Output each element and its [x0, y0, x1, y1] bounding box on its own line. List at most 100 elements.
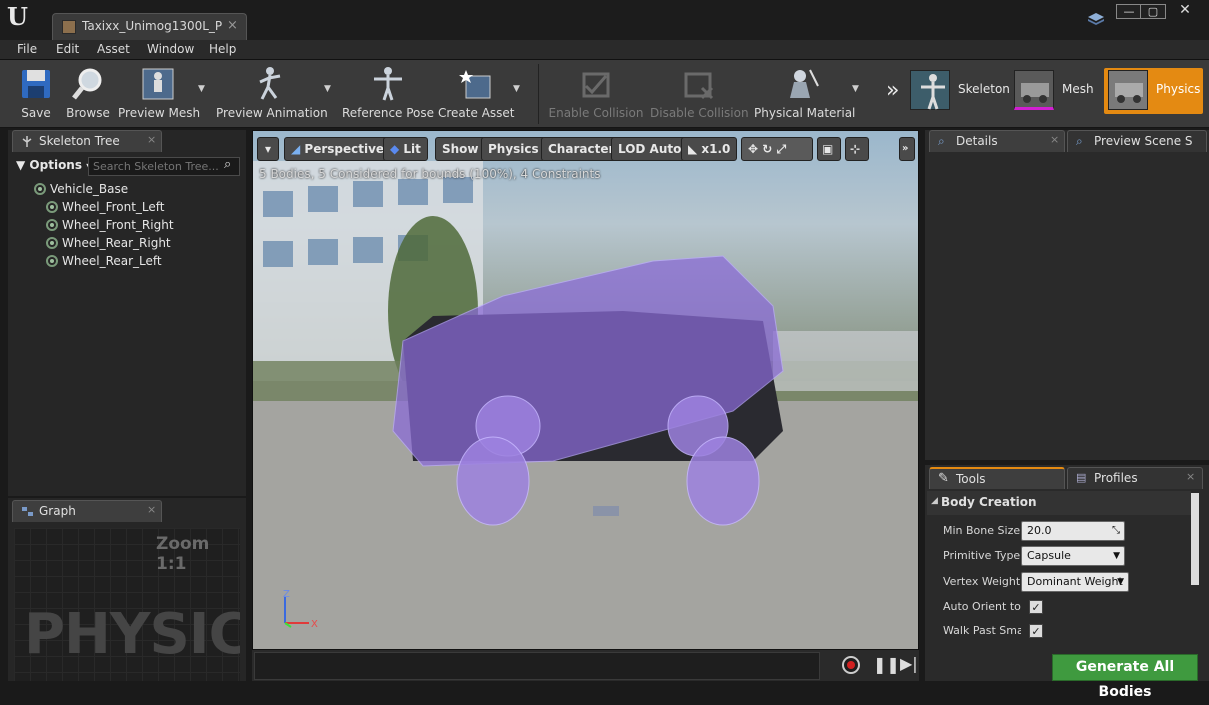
- close-tab-icon[interactable]: ×: [147, 503, 156, 516]
- transform-tools-group: ✥ ↻ ⤢: [741, 137, 813, 161]
- tools-scrollbar[interactable]: [1191, 493, 1199, 585]
- lit-cube-icon: ◆: [390, 142, 404, 156]
- menu-asset[interactable]: Asset: [97, 42, 130, 56]
- viewport[interactable]: ▾ ◢ Perspective ◆ Lit Show Physics Chara…: [252, 130, 919, 650]
- timeline-track[interactable]: [254, 652, 820, 680]
- options-label: Options: [29, 158, 82, 172]
- preview-animation-dropdown-icon[interactable]: ▼: [324, 84, 331, 94]
- tab-tools[interactable]: ✎ Tools: [929, 467, 1065, 489]
- perspective-icon: ◢: [291, 142, 305, 156]
- save-label: Save: [21, 106, 51, 120]
- body-creation-header[interactable]: ◢ Body Creation: [927, 491, 1191, 515]
- close-tab-icon[interactable]: ×: [147, 133, 156, 146]
- save-button[interactable]: Save: [8, 64, 64, 124]
- rotate-icon[interactable]: ↻: [762, 142, 772, 156]
- snap-icon: ⊹: [850, 142, 861, 156]
- disable-collision-button[interactable]: Disable Collision: [650, 64, 749, 124]
- menu-file[interactable]: File: [17, 42, 37, 56]
- generate-all-bodies-button[interactable]: Generate All Bodies: [1052, 654, 1198, 700]
- tree-item-bone[interactable]: Wheel_Front_Right: [46, 218, 174, 232]
- mode-physics-button[interactable]: Physics: [1104, 68, 1203, 114]
- create-asset-button[interactable]: Create Asset: [438, 64, 515, 124]
- browse-button[interactable]: Browse: [62, 64, 114, 124]
- tab-details[interactable]: ⌕ Details ×: [929, 130, 1065, 152]
- close-tab-icon[interactable]: ×: [227, 18, 238, 33]
- mode-physics-label: Physics: [1156, 82, 1201, 96]
- tab-graph[interactable]: Graph ×: [12, 500, 162, 522]
- tree-item-bone[interactable]: Wheel_Rear_Left: [46, 254, 162, 268]
- skeleton-search-input[interactable]: [88, 157, 240, 176]
- reference-pose-button[interactable]: Reference Pose: [342, 64, 434, 124]
- tree-item-bone[interactable]: Wheel_Rear_Right: [46, 236, 171, 250]
- root-bone-label: Vehicle_Base: [50, 182, 129, 196]
- physical-material-dropdown-icon[interactable]: ▼: [852, 84, 859, 94]
- axis-z-label: Z: [283, 589, 290, 600]
- vertex-weighting-select[interactable]: Dominant Weight ▼: [1021, 572, 1129, 592]
- tools-tab-label: Tools: [956, 472, 986, 486]
- auto-orient-row: Auto Orient to Bone ✓: [933, 596, 1188, 618]
- walk-past-label: Walk Past Small Bones: [943, 624, 1021, 637]
- preview-mesh-dropdown-icon[interactable]: ▼: [198, 84, 205, 94]
- physics-menu-button[interactable]: Physics: [481, 137, 546, 161]
- primitive-type-select[interactable]: Capsule ▼: [1021, 546, 1125, 566]
- document-tab[interactable]: Taxixx_Unimog1300L_Ph ×: [52, 13, 247, 40]
- pause-button[interactable]: ❚❚: [873, 655, 900, 674]
- axis-x-label: X: [311, 619, 318, 629]
- create-asset-dropdown-icon[interactable]: ▼: [513, 84, 520, 94]
- close-tab-icon[interactable]: ×: [1050, 133, 1059, 146]
- preview-mesh-button[interactable]: Preview Mesh: [118, 64, 200, 124]
- character-button[interactable]: Character: [541, 137, 622, 161]
- viewport-options-button[interactable]: ▾: [257, 137, 279, 161]
- create-asset-icon: [459, 70, 491, 99]
- graph-watermark: PHYSICS: [24, 602, 240, 667]
- tab-skeleton-tree[interactable]: Skeleton Tree ×: [12, 130, 162, 152]
- graph-canvas[interactable]: Zoom 1:1 PHYSICS: [14, 528, 240, 681]
- physical-material-button[interactable]: Physical Material: [754, 64, 855, 124]
- options-dropdown[interactable]: ▼ Options ▼: [16, 158, 92, 172]
- perspective-button[interactable]: ◢ Perspective: [284, 137, 392, 161]
- viewport-overflow-button[interactable]: »: [899, 137, 915, 161]
- min-bone-size-input[interactable]: 20.0 ⤡: [1021, 521, 1125, 541]
- menu-help[interactable]: Help: [209, 42, 236, 56]
- menu-window[interactable]: Window: [147, 42, 194, 56]
- maximize-button[interactable]: ▢: [1140, 4, 1166, 19]
- snap-button[interactable]: ⊹: [845, 137, 869, 161]
- preview-animation-button[interactable]: Preview Animation: [216, 64, 328, 124]
- close-tab-icon[interactable]: ×: [1186, 470, 1195, 483]
- chevron-down-icon: ▼: [1117, 577, 1124, 587]
- coordinate-space-button[interactable]: ▣: [817, 137, 841, 161]
- playback-speed-button[interactable]: ◣ x1.0: [681, 137, 738, 161]
- auto-orient-checkbox[interactable]: ✓: [1029, 600, 1043, 614]
- lit-button[interactable]: ◆ Lit: [383, 137, 428, 161]
- record-button[interactable]: [842, 656, 860, 674]
- unreal-logo-icon[interactable]: U: [7, 4, 33, 30]
- preview-scene-search-icon: ⌕: [1076, 134, 1083, 148]
- bone-icon: [46, 237, 58, 249]
- chevron-down-icon: ▼: [1113, 551, 1120, 561]
- viewport-bottom-bar: ❚❚ ▶|: [252, 650, 919, 681]
- skeleton-tree-panel: Skeleton Tree × ▼ Options ▼ ⌕ Vehicle_Ba…: [8, 130, 246, 496]
- tree-item-root[interactable]: Vehicle_Base: [34, 182, 128, 196]
- profiles-icon: ▤: [1076, 471, 1087, 484]
- tab-preview-scene[interactable]: ⌕ Preview Scene S: [1067, 130, 1207, 152]
- lod-button[interactable]: LOD Auto: [611, 137, 689, 161]
- step-forward-button[interactable]: ▶|: [900, 654, 918, 673]
- cube-icon: ▣: [822, 142, 834, 156]
- mode-mesh-label: Mesh: [1062, 82, 1094, 96]
- translate-icon[interactable]: ✥: [748, 142, 758, 156]
- tree-item-bone[interactable]: Wheel_Front_Left: [46, 200, 165, 214]
- source-control-icon[interactable]: [1088, 13, 1104, 27]
- toolbar-overflow-icon[interactable]: »: [886, 78, 899, 103]
- axis-gizmo: Z X: [283, 589, 318, 629]
- scale-icon[interactable]: ⤢: [777, 142, 787, 156]
- walk-past-checkbox[interactable]: ✓: [1029, 624, 1043, 638]
- mode-mesh-button[interactable]: Mesh: [1010, 68, 1106, 114]
- enable-collision-button[interactable]: Enable Collision: [548, 64, 644, 124]
- close-window-button[interactable]: ✕: [1172, 3, 1198, 19]
- tab-profiles[interactable]: ▤ Profiles ×: [1067, 467, 1203, 489]
- show-button[interactable]: Show: [435, 137, 486, 161]
- mode-skeleton-button[interactable]: Skeleton: [906, 68, 1010, 114]
- menu-edit[interactable]: Edit: [56, 42, 79, 56]
- record-icon: [847, 661, 855, 669]
- minimize-button[interactable]: —: [1116, 4, 1142, 19]
